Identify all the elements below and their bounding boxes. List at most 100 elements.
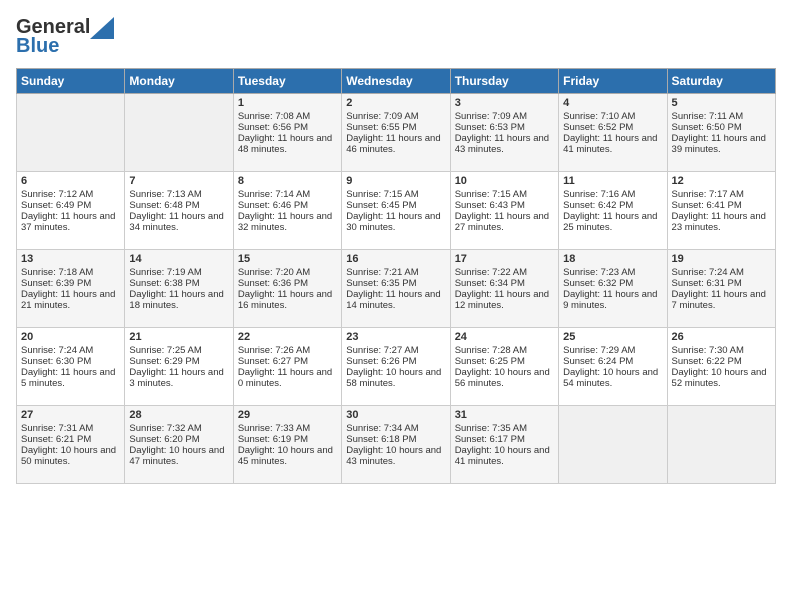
day-header-thursday: Thursday: [450, 69, 558, 94]
day-number: 28: [129, 409, 228, 421]
day-info: Sunrise: 7:17 AM: [672, 189, 771, 200]
day-info: Daylight: 11 hours and 43 minutes.: [455, 133, 554, 155]
day-info: Sunrise: 7:10 AM: [563, 111, 662, 122]
day-info: Sunset: 6:25 PM: [455, 356, 554, 367]
day-info: Sunrise: 7:27 AM: [346, 345, 445, 356]
day-info: Sunrise: 7:15 AM: [455, 189, 554, 200]
day-number: 7: [129, 175, 228, 187]
day-cell: 13 Sunrise: 7:18 AMSunset: 6:39 PMDayligh…: [17, 250, 125, 328]
day-info: Daylight: 11 hours and 14 minutes.: [346, 289, 445, 311]
day-cell: 4Sunrise: 7:10 AMSunset: 6:52 PMDaylight…: [559, 94, 667, 172]
day-info: Sunrise: 7:12 AM: [21, 189, 120, 200]
day-number: 14: [129, 253, 228, 265]
day-info: Daylight: 10 hours and 58 minutes.: [346, 367, 445, 389]
day-info: Sunrise: 7:13 AM: [129, 189, 228, 200]
day-info: Sunset: 6:52 PM: [563, 122, 662, 133]
day-info: Sunset: 6:35 PM: [346, 278, 445, 289]
page-header: General Blue: [16, 16, 776, 58]
day-info: Sunset: 6:53 PM: [455, 122, 554, 133]
day-info: Sunrise: 7:29 AM: [563, 345, 662, 356]
day-cell: 19Sunrise: 7:24 AMSunset: 6:31 PMDayligh…: [667, 250, 775, 328]
day-cell: 15Sunrise: 7:20 AMSunset: 6:36 PMDayligh…: [233, 250, 341, 328]
day-info: Sunset: 6:30 PM: [21, 356, 120, 367]
day-info: Sunset: 6:19 PM: [238, 434, 337, 445]
calendar-table: SundayMondayTuesdayWednesdayThursdayFrid…: [16, 68, 776, 484]
week-row-2: 6Sunrise: 7:12 AMSunset: 6:49 PMDaylight…: [17, 172, 776, 250]
day-cell: 29Sunrise: 7:33 AMSunset: 6:19 PMDayligh…: [233, 406, 341, 484]
day-info: Sunset: 6:50 PM: [672, 122, 771, 133]
day-cell: 11Sunrise: 7:16 AMSunset: 6:42 PMDayligh…: [559, 172, 667, 250]
day-info: Sunrise: 7:16 AM: [563, 189, 662, 200]
day-number: 25: [563, 331, 662, 343]
day-number: 13: [21, 253, 120, 265]
day-info: Daylight: 11 hours and 30 minutes.: [346, 211, 445, 233]
day-number: 31: [455, 409, 554, 421]
day-number: 22: [238, 331, 337, 343]
day-info: Daylight: 10 hours and 56 minutes.: [455, 367, 554, 389]
week-row-1: 1Sunrise: 7:08 AMSunset: 6:56 PMDaylight…: [17, 94, 776, 172]
day-info: Sunset: 6:46 PM: [238, 200, 337, 211]
day-info: Daylight: 11 hours and 39 minutes.: [672, 133, 771, 155]
day-info: Sunrise: 7:14 AM: [238, 189, 337, 200]
day-info: Sunrise: 7:18 AM: [21, 267, 120, 278]
day-info: Daylight: 11 hours and 18 minutes.: [129, 289, 228, 311]
day-number: 8: [238, 175, 337, 187]
day-info: Daylight: 10 hours and 47 minutes.: [129, 445, 228, 467]
day-info: Sunrise: 7:22 AM: [455, 267, 554, 278]
day-info: Daylight: 11 hours and 34 minutes.: [129, 211, 228, 233]
day-cell: 3Sunrise: 7:09 AMSunset: 6:53 PMDaylight…: [450, 94, 558, 172]
day-info: Sunrise: 7:23 AM: [563, 267, 662, 278]
day-cell: 1Sunrise: 7:08 AMSunset: 6:56 PMDaylight…: [233, 94, 341, 172]
day-number: 5: [672, 97, 771, 109]
day-number: 3: [455, 97, 554, 109]
day-info: Sunset: 6:29 PM: [129, 356, 228, 367]
day-cell: 31Sunrise: 7:35 AMSunset: 6:17 PMDayligh…: [450, 406, 558, 484]
day-info: Daylight: 11 hours and 12 minutes.: [455, 289, 554, 311]
day-header-monday: Monday: [125, 69, 233, 94]
day-number: 2: [346, 97, 445, 109]
day-info: Daylight: 11 hours and 16 minutes.: [238, 289, 337, 311]
day-number: 26: [672, 331, 771, 343]
day-number: 20: [21, 331, 120, 343]
day-info: Sunrise: 7:08 AM: [238, 111, 337, 122]
day-info: Sunset: 6:56 PM: [238, 122, 337, 133]
day-info: Daylight: 11 hours and 5 minutes.: [21, 367, 120, 389]
day-cell: 5Sunrise: 7:11 AMSunset: 6:50 PMDaylight…: [667, 94, 775, 172]
day-number: 16: [346, 253, 445, 265]
day-number: 29: [238, 409, 337, 421]
day-info: Sunset: 6:42 PM: [563, 200, 662, 211]
day-cell: [559, 406, 667, 484]
day-info: Sunset: 6:34 PM: [455, 278, 554, 289]
day-info: Daylight: 10 hours and 52 minutes.: [672, 367, 771, 389]
day-header-sunday: Sunday: [17, 69, 125, 94]
day-info: Daylight: 11 hours and 46 minutes.: [346, 133, 445, 155]
day-cell: 6Sunrise: 7:12 AMSunset: 6:49 PMDaylight…: [17, 172, 125, 250]
day-cell: 25Sunrise: 7:29 AMSunset: 6:24 PMDayligh…: [559, 328, 667, 406]
day-info: Daylight: 11 hours and 3 minutes.: [129, 367, 228, 389]
day-header-friday: Friday: [559, 69, 667, 94]
day-header-saturday: Saturday: [667, 69, 775, 94]
day-number: 9: [346, 175, 445, 187]
day-number: 30: [346, 409, 445, 421]
day-cell: 22Sunrise: 7:26 AMSunset: 6:27 PMDayligh…: [233, 328, 341, 406]
day-number: 12: [672, 175, 771, 187]
day-info: Sunset: 6:45 PM: [346, 200, 445, 211]
day-number: 27: [21, 409, 120, 421]
day-info: Sunset: 6:21 PM: [21, 434, 120, 445]
day-cell: 23Sunrise: 7:27 AMSunset: 6:26 PMDayligh…: [342, 328, 450, 406]
day-info: Sunset: 6:41 PM: [672, 200, 771, 211]
day-number: 18: [563, 253, 662, 265]
day-cell: 10Sunrise: 7:15 AMSunset: 6:43 PMDayligh…: [450, 172, 558, 250]
day-info: Sunrise: 7:21 AM: [346, 267, 445, 278]
day-info: Sunset: 6:39 PM: [21, 278, 120, 289]
day-info: Sunset: 6:26 PM: [346, 356, 445, 367]
day-info: Daylight: 11 hours and 21 minutes.: [21, 289, 120, 311]
day-info: Sunrise: 7:25 AM: [129, 345, 228, 356]
day-cell: 7Sunrise: 7:13 AMSunset: 6:48 PMDaylight…: [125, 172, 233, 250]
day-number: 10: [455, 175, 554, 187]
day-header-wednesday: Wednesday: [342, 69, 450, 94]
day-info: Sunrise: 7:31 AM: [21, 423, 120, 434]
day-info: Sunrise: 7:09 AM: [346, 111, 445, 122]
day-info: Sunrise: 7:30 AM: [672, 345, 771, 356]
day-info: Daylight: 11 hours and 25 minutes.: [563, 211, 662, 233]
